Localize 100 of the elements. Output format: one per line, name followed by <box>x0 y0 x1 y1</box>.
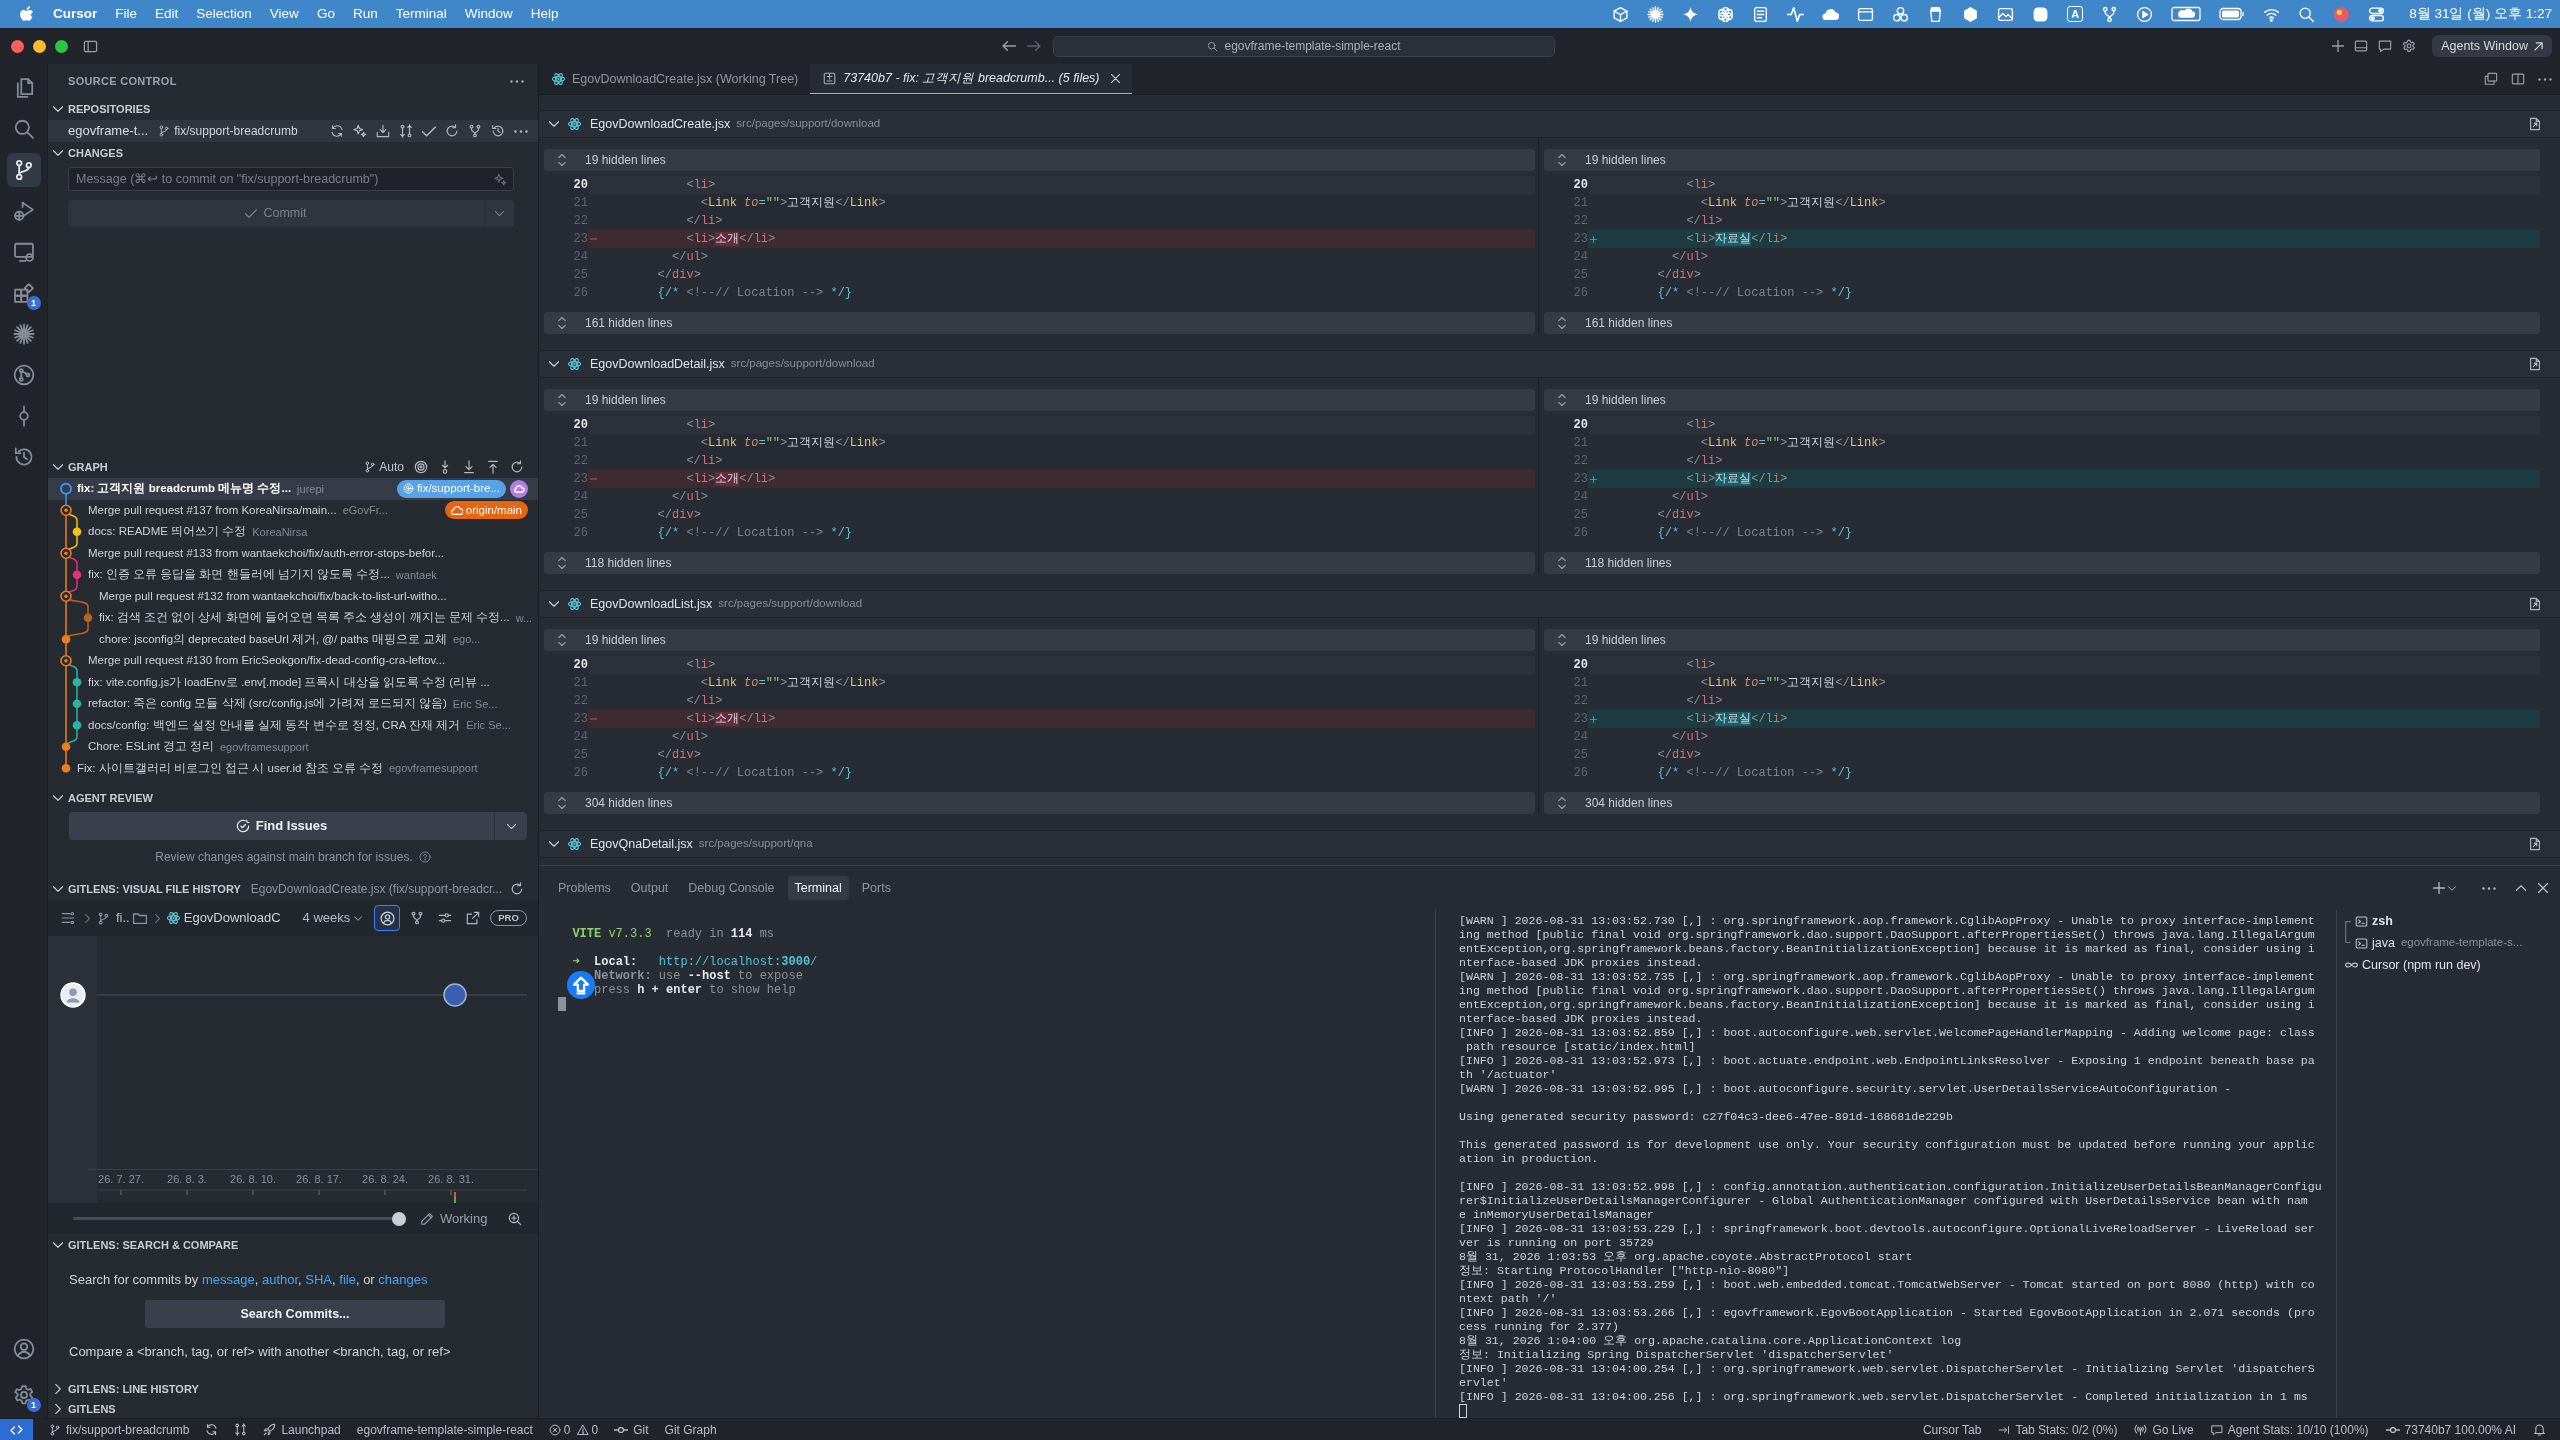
open-file-icon[interactable] <box>2528 117 2542 131</box>
editor-tab[interactable]: 73740b7 - fix: 고객지원 breadcrumb... (5 files) <box>810 64 1132 94</box>
status-item[interactable]: Git Graph <box>664 1420 717 1439</box>
split-editor-icon[interactable] <box>2511 72 2525 86</box>
expand-lines-button[interactable]: 118 hidden lines <box>544 552 1535 574</box>
pull-icon[interactable] <box>462 460 476 474</box>
author-view-button[interactable] <box>374 905 401 931</box>
help-icon[interactable] <box>418 851 431 863</box>
close-icon[interactable] <box>1110 74 1120 83</box>
fork-icon[interactable] <box>2101 5 2119 23</box>
settings-icon[interactable] <box>2402 39 2417 53</box>
section-header[interactable]: GITLENS: LINE HISTORY <box>53 1380 199 1398</box>
expand-lines-button[interactable]: 304 hidden lines <box>1544 792 2540 814</box>
file-header[interactable]: EgovDownloadDetail.jsx <box>549 354 725 374</box>
more-actions-icon[interactable] <box>510 79 524 83</box>
activity-button[interactable] <box>6 152 41 187</box>
sliders-icon[interactable] <box>438 911 453 925</box>
working-button[interactable]: Working <box>420 1208 488 1229</box>
zoom-in-icon[interactable] <box>508 1211 522 1226</box>
section-header[interactable]: GITLENS: VISUAL FILE HISTORY <box>53 880 241 898</box>
cube-icon[interactable] <box>1612 5 1630 23</box>
chat-icon[interactable] <box>2378 39 2393 53</box>
breadcrumb-item[interactable]: fi.. <box>116 908 130 928</box>
mode-button[interactable]: Auto <box>364 458 404 476</box>
compare-icon[interactable] <box>234 1423 248 1436</box>
commit-row[interactable]: Merge pull request #133 from wantaekchoi/fix/auth-error-stops-befor... <box>48 542 538 564</box>
terminal-list-item[interactable]: Cursor (npm run dev) <box>2345 954 2560 976</box>
plus-icon[interactable] <box>2332 40 2345 52</box>
target-icon[interactable] <box>414 460 428 474</box>
check-icon[interactable] <box>422 125 436 137</box>
menu-bar-clock[interactable]: 8월 31일 (월) 오후 1:27 <box>2409 3 2552 25</box>
open-changes-icon[interactable] <box>2484 72 2498 86</box>
app-square-icon[interactable] <box>2032 5 2050 23</box>
menu-item[interactable]: Go <box>316 3 335 25</box>
apple-logo-icon[interactable] <box>20 6 34 22</box>
search-icon[interactable] <box>2298 5 2316 23</box>
search-commits-button[interactable]: Search Commits... <box>145 1300 445 1328</box>
expand-lines-button[interactable]: 19 hidden lines <box>1544 629 2540 651</box>
section-header[interactable]: CHANGES <box>53 144 123 162</box>
minimize-window-icon[interactable] <box>33 39 46 53</box>
agents-window-button[interactable]: Agents Window <box>2432 35 2552 57</box>
sparkle-icon[interactable] <box>494 172 507 186</box>
terminal-list-item[interactable]: java egovframe-template-s... <box>2345 932 2560 954</box>
file-header[interactable]: EgovQnaDetail.jsx <box>549 834 693 854</box>
flower-icon[interactable] <box>1717 5 1735 23</box>
link[interactable]: author <box>261 1272 299 1287</box>
popout-icon[interactable] <box>466 911 481 925</box>
expand-lines-button[interactable]: 161 hidden lines <box>544 312 1535 334</box>
refresh-icon[interactable] <box>445 124 459 138</box>
commit-row[interactable]: Merge pull request #130 from EricSeokgon/fix-dead-config-cra-leftov... <box>48 650 538 672</box>
status-item[interactable]: fix/support-breadcrumb <box>49 1420 190 1439</box>
section-header[interactable]: GITLENS: SEARCH & COMPARE <box>53 1236 239 1254</box>
sparkle-icon[interactable] <box>353 124 367 138</box>
commit-row[interactable]: docs: README 띄어쓰기 수정 KoreaNirsa <box>48 521 538 543</box>
bell-icon[interactable] <box>2533 1423 2546 1436</box>
menu-item[interactable]: View <box>269 3 299 25</box>
link[interactable]: file <box>339 1272 356 1287</box>
menu-item[interactable]: File <box>115 3 138 25</box>
sync-icon[interactable] <box>330 124 344 138</box>
expand-lines-button[interactable]: 19 hidden lines <box>544 629 1535 651</box>
commit-dot[interactable] <box>443 983 467 1007</box>
search-field[interactable]: egovframe-template-simple-react <box>1053 35 1555 57</box>
status-item[interactable]: Launchpad <box>263 1420 341 1439</box>
slider-thumb[interactable] <box>392 1211 407 1226</box>
control-center-icon[interactable] <box>2368 5 2386 23</box>
commit-row[interactable]: fix: 검색 조건 없이 상세 화면에 들어오면 목록 주소 생성이 깨지는 문제 수정... w... <box>48 607 538 629</box>
section-header[interactable]: REPOSITORIES <box>53 100 151 118</box>
document-icon[interactable] <box>1752 5 1770 23</box>
ball-icon[interactable] <box>2333 5 2351 23</box>
commit-row[interactable]: Fix: 사이트갤러리 비로그인 접근 시 user.id 참조 오류 수정 egovframesupport <box>48 757 538 779</box>
expand-lines-button[interactable]: 19 hidden lines <box>544 149 1535 171</box>
file-header[interactable]: EgovDownloadList.jsx <box>549 594 713 614</box>
menu-item[interactable]: Selection <box>196 3 252 25</box>
remote-button[interactable] <box>0 1419 33 1440</box>
activity-button[interactable]: 1 <box>6 275 41 310</box>
chevron-up-icon[interactable] <box>2516 885 2526 891</box>
commit-row[interactable]: fix: 인증 오류 응답을 화면 핸들러에 넘기지 않도록 수정... wantaek <box>48 564 538 586</box>
cloud-badge-icon[interactable] <box>2171 6 2202 22</box>
menu-item[interactable]: Cursor <box>53 3 98 25</box>
file-header[interactable]: EgovDownloadCreate.jsx <box>549 114 731 134</box>
open-file-icon[interactable] <box>2528 357 2542 371</box>
compare-icon[interactable] <box>399 124 413 138</box>
menu-item[interactable]: Help <box>530 3 559 25</box>
menu-item[interactable]: Terminal <box>395 3 447 25</box>
commit-row[interactable]: Chore: ESLint 경고 정리 egovframesupport <box>48 736 538 758</box>
plus-icon[interactable] <box>2433 882 2445 894</box>
link[interactable]: message <box>201 1272 255 1287</box>
expand-lines-button[interactable]: 19 hidden lines <box>1544 389 2540 411</box>
more-actions-icon[interactable] <box>2538 77 2552 81</box>
more-actions-icon[interactable] <box>2482 886 2496 890</box>
status-item[interactable]: Cursor Tab <box>1922 1420 1982 1439</box>
push-icon[interactable] <box>486 460 500 474</box>
open-file-icon[interactable] <box>2528 597 2542 611</box>
status-item[interactable]: Agent Stats: 10/10 (100%) <box>2210 1420 2369 1439</box>
commit-message-field[interactable]: Message (⌘↩ to commit on "fix/support-breadcrumb") <box>68 167 514 191</box>
status-item[interactable]: egovframe-template-simple-react <box>356 1420 533 1439</box>
panel-tab[interactable]: Problems <box>551 876 618 900</box>
expand-lines-button[interactable]: 19 hidden lines <box>544 389 1535 411</box>
panel-tab[interactable]: Debug Console <box>681 876 782 900</box>
window-icon[interactable] <box>1857 5 1875 23</box>
